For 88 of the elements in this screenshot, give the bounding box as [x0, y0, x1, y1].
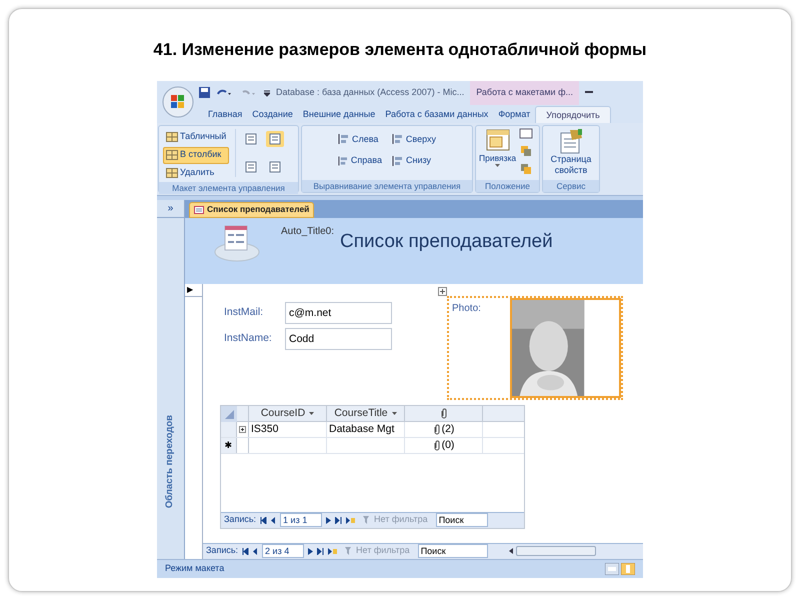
last-record-icon[interactable] — [335, 516, 342, 524]
caret-icon — [309, 412, 314, 414]
previous-record-icon[interactable] — [271, 516, 276, 524]
move-handle-icon[interactable] — [438, 286, 447, 296]
table-cell: IS350 — [249, 422, 327, 436]
align-button[interactable]: Сверху — [392, 132, 436, 146]
caret-icon — [392, 412, 397, 414]
layout-icon — [166, 168, 178, 178]
layout-view-icon[interactable] — [621, 562, 635, 574]
align-icon — [338, 156, 348, 166]
group-label: Положение — [476, 180, 539, 192]
navigation-pane-label[interactable]: Область переходов — [163, 415, 178, 508]
paperclip-icon — [440, 408, 448, 418]
window-title: Database : база данных (Access 2007) - Mic... — [276, 86, 464, 99]
align-button[interactable]: Справа — [338, 154, 382, 168]
layout-icon — [166, 132, 178, 142]
column-header[interactable]: CourseID — [249, 406, 327, 420]
property-sheet-button[interactable]: Страница свойств — [545, 128, 597, 176]
new-record-icon[interactable] — [346, 516, 356, 524]
align-button[interactable]: Слева — [338, 132, 382, 146]
caret-icon — [495, 164, 500, 168]
scroll-left-icon[interactable] — [509, 548, 513, 554]
expand-pane-button[interactable]: » — [157, 200, 184, 218]
arrange-icons-drawing — [519, 128, 534, 174]
anchor-button[interactable]: Привязка — [479, 128, 516, 174]
next-record-icon[interactable] — [308, 548, 314, 554]
group-label: Выравнивание элемента управления — [302, 180, 472, 192]
paperclip-icon — [432, 440, 441, 450]
ribbon-button[interactable]: Удалить — [163, 164, 230, 182]
last-record-icon[interactable] — [317, 548, 324, 554]
form-title: Список преподавателей — [340, 230, 553, 254]
next-record-icon[interactable] — [326, 516, 332, 524]
field-label: InstMail: — [224, 304, 264, 320]
attachment-count: (2) — [442, 422, 454, 436]
layout-icon — [166, 150, 178, 160]
record-selector[interactable]: ▶ — [185, 284, 202, 296]
ribbon-tab[interactable]: Работа с базами данных — [380, 106, 494, 122]
ribbon-tab[interactable]: Упорядочить — [535, 106, 611, 122]
text-field[interactable]: c@m.net — [285, 302, 392, 324]
ribbon-button[interactable]: Табличный — [163, 128, 230, 146]
customize-icon[interactable] — [264, 88, 270, 96]
minimize-icon[interactable] — [585, 91, 593, 94]
slide-title: 41. Изменение размеров элемента однотабличной формы — [153, 39, 647, 61]
anchoring-icon — [484, 128, 511, 152]
record-position-field[interactable]: 2 из 4 — [262, 544, 304, 558]
new-record-icon[interactable] — [328, 548, 338, 554]
ribbon-tab[interactable]: Создание — [247, 106, 298, 122]
first-record-icon[interactable] — [260, 516, 268, 524]
search-field[interactable]: Поиск — [418, 544, 488, 558]
table-cell: Database Mgt — [327, 422, 405, 436]
group-label: Макет элемента управления — [159, 182, 298, 194]
office-button-icon[interactable] — [162, 86, 194, 118]
ribbon-tab[interactable]: Главная — [203, 106, 248, 122]
align-icon — [338, 134, 349, 144]
form-icon — [194, 206, 204, 214]
photo-control[interactable]: Photo: — [447, 296, 623, 400]
undo-icon[interactable] — [216, 88, 234, 98]
search-field[interactable]: Поиск — [436, 513, 488, 527]
align-icon — [392, 134, 403, 144]
align-icon — [392, 156, 403, 166]
photo-label: Photo: — [451, 302, 482, 316]
ribbon-tab[interactable]: Внешние данные — [298, 106, 380, 122]
previous-record-icon[interactable] — [253, 548, 258, 554]
first-record-icon[interactable] — [242, 548, 250, 554]
record-label: Запись: — [224, 513, 256, 526]
group-label: Сервис — [543, 180, 599, 192]
attachment-count: (0) — [442, 438, 454, 452]
title-field-label: Auto_Title0: — [281, 224, 334, 238]
field-label: InstName: — [224, 330, 273, 346]
expand-icon[interactable] — [239, 426, 246, 432]
save-icon[interactable] — [199, 87, 210, 98]
row-selector[interactable]: ✱ — [221, 438, 237, 452]
property-sheet-icon — [558, 128, 584, 154]
record-position-field[interactable]: 1 из 1 — [280, 513, 322, 527]
form-view-icon[interactable] — [605, 562, 619, 574]
redo-icon — [240, 88, 258, 98]
control-layout-icon[interactable] — [266, 130, 284, 146]
ribbon-tab[interactable]: Формат — [493, 106, 536, 122]
align-button[interactable]: Снизу — [392, 154, 436, 168]
context-tab-title: Работа с макетами ф... — [470, 80, 579, 104]
record-label: Запись: — [206, 544, 238, 558]
status-text: Режим макета — [165, 562, 224, 575]
horizontal-scrollbar[interactable] — [516, 546, 596, 556]
ribbon-button[interactable]: В столбик — [163, 146, 230, 164]
column-header[interactable]: CourseTitle — [327, 406, 405, 420]
paperclip-icon — [432, 424, 441, 434]
text-field[interactable]: Codd — [285, 328, 392, 350]
document-tab[interactable]: Список преподавателей — [189, 202, 314, 218]
